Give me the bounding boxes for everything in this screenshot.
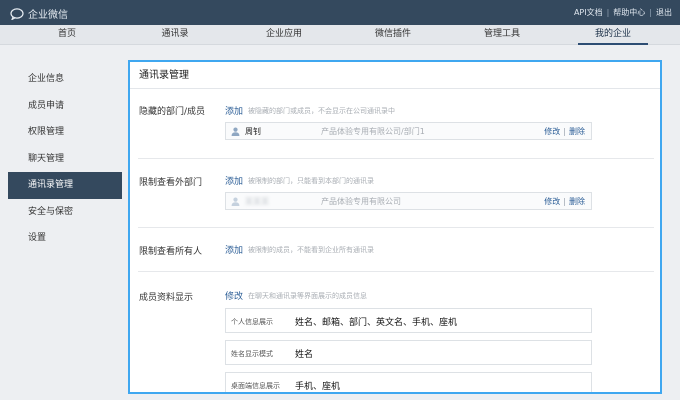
chat-bubble-icon [10, 7, 24, 20]
app-logo[interactable]: 企业微信 [10, 6, 68, 21]
nav-tab-my-company[interactable]: 我的企业 [578, 25, 648, 45]
action-separator: | [563, 197, 566, 206]
nav-tab-tools[interactable]: 管理工具 [467, 25, 537, 45]
restrict-external-hint: 被限制的部门，只能看到本部门的通讯录 [248, 177, 374, 185]
delete-link[interactable]: 删除 [569, 127, 585, 136]
field-value: 姓名、邮箱、部门、英文名、手机、座机 [295, 318, 458, 328]
nav-tab-home[interactable]: 首页 [32, 25, 102, 45]
edit-link[interactable]: 修改 [544, 127, 560, 136]
field-label: 姓名显示模式 [231, 350, 273, 358]
member-department: 产品体验专用有限公司 [321, 197, 401, 206]
hidden-members-label: 隐藏的部门/成员 [139, 107, 206, 117]
logout-link[interactable]: 退出 [656, 7, 672, 18]
nav-tab-contacts[interactable]: 通讯录 [140, 25, 210, 45]
field-value: 手机、座机 [295, 382, 341, 392]
main-nav: 首页 通讯录 企业应用 微信插件 管理工具 我的企业 [0, 25, 680, 45]
field-label: 桌面端信息展示 [231, 382, 280, 390]
top-bar: 企业微信 API文档 | 帮助中心 | 退出 [0, 0, 680, 25]
edit-member-info-button[interactable]: 修改 [225, 289, 243, 302]
member-actions: 修改 | 删除 [544, 126, 585, 137]
sidebar-item-settings[interactable]: 设置 [8, 225, 122, 252]
member-actions: 修改 | 删除 [544, 196, 585, 207]
restrict-all-label: 限制查看所有人 [139, 247, 203, 257]
top-links: API文档 | 帮助中心 | 退出 [574, 7, 672, 18]
field-value: 姓名 [295, 350, 314, 360]
sidebar-item-member-requests[interactable]: 成员申请 [8, 93, 122, 120]
app-name: 企业微信 [28, 10, 68, 21]
sidebar-item-permissions[interactable]: 权限管理 [8, 119, 122, 146]
panel-title: 通讯录管理 [130, 62, 660, 89]
info-field-desktop: 桌面端信息展示 手机、座机 [225, 372, 592, 392]
hidden-member-row: 周钊 产品体验专用有限公司/部门1 修改 | 删除 [225, 122, 592, 140]
sidebar-item-company-info[interactable]: 企业信息 [8, 66, 122, 93]
user-icon [231, 197, 240, 206]
link-separator: | [649, 8, 652, 17]
member-name: 周钊 [245, 127, 261, 136]
contacts-management-panel: 通讯录管理 隐藏的部门/成员 添加 被隐藏的部门或成员，不会显示在公司通讯录中 … [128, 60, 662, 394]
field-label: 个人信息展示 [231, 318, 273, 326]
section-divider [138, 271, 654, 272]
member-department: 产品体验专用有限公司/部门1 [321, 127, 425, 136]
sidebar-item-contacts-management[interactable]: 通讯录管理 [8, 172, 122, 199]
restrict-all-hint: 被限制的成员，不能看到企业所有通讯录 [248, 246, 374, 254]
add-hidden-button[interactable]: 添加 [225, 104, 243, 117]
nav-tab-wechat-plugin[interactable]: 微信插件 [358, 25, 428, 45]
section-divider [138, 227, 654, 228]
member-info-label: 成员资料显示 [139, 293, 194, 303]
user-icon [231, 127, 240, 136]
sidebar-item-chat-management[interactable]: 聊天管理 [8, 146, 122, 173]
delete-link[interactable]: 删除 [569, 197, 585, 206]
edit-link[interactable]: 修改 [544, 197, 560, 206]
add-restrict-external-button[interactable]: 添加 [225, 174, 243, 187]
section-divider [138, 158, 654, 159]
nav-tab-apps[interactable]: 企业应用 [249, 25, 319, 45]
link-separator: | [606, 8, 610, 17]
api-docs-link[interactable]: API文档 [574, 7, 603, 18]
info-field-name-mode: 姓名显示模式 姓名 [225, 340, 592, 365]
sidebar-item-security[interactable]: 安全与保密 [8, 199, 122, 226]
restrict-external-label: 限制查看外部门 [139, 178, 203, 188]
restrict-external-row: 某某某 产品体验专用有限公司 修改 | 删除 [225, 192, 592, 210]
member-info-hint: 在聊天和通讯录等界面展示的成员信息 [248, 292, 367, 300]
sidebar: 企业信息 成员申请 权限管理 聊天管理 通讯录管理 安全与保密 设置 [8, 66, 122, 252]
info-field-personal: 个人信息展示 姓名、邮箱、部门、英文名、手机、座机 [225, 308, 592, 333]
member-name-blurred: 某某某 [245, 197, 269, 206]
hidden-hint: 被隐藏的部门或成员，不会显示在公司通讯录中 [248, 107, 395, 115]
action-separator: | [563, 127, 566, 136]
help-center-link[interactable]: 帮助中心 [613, 7, 645, 18]
add-restrict-all-button[interactable]: 添加 [225, 243, 243, 256]
